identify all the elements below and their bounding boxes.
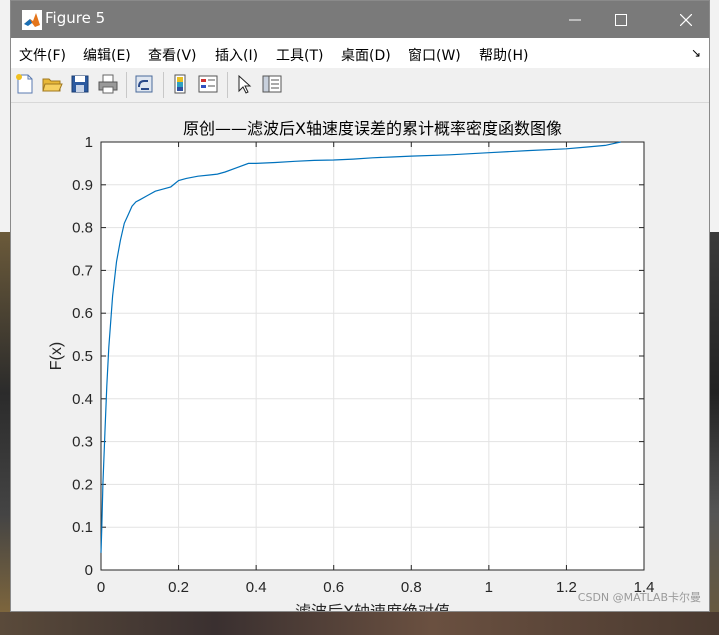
background-right xyxy=(709,0,719,635)
x-tick-label: 0.6 xyxy=(323,579,344,596)
maximize-button[interactable] xyxy=(598,1,644,38)
property-inspector-icon[interactable] xyxy=(261,73,283,95)
y-tick-label: 0.1 xyxy=(72,519,93,536)
toolbar-separator xyxy=(163,72,164,98)
toolbar xyxy=(11,68,709,103)
print-icon[interactable] xyxy=(97,73,119,95)
menu-help[interactable]: 帮助(H) xyxy=(479,45,528,65)
minimize-icon xyxy=(569,19,581,21)
colorbar-icon[interactable] xyxy=(169,73,191,95)
y-axis-label: F(x) xyxy=(48,342,65,370)
toolbar-separator xyxy=(126,72,127,98)
menu-window[interactable]: 窗口(W) xyxy=(408,45,461,65)
x-tick-label: 0.8 xyxy=(401,579,422,596)
watermark: CSDN @MATLAB卡尔曼 xyxy=(577,591,701,604)
x-tick-label: 0 xyxy=(97,579,105,596)
figure-window: Figure 5 文件(F) 编辑(E) 查看(V) 插入(I) 工具(T) 桌… xyxy=(10,0,710,612)
x-tick-label: 0.2 xyxy=(168,579,189,596)
y-tick-label: 0.9 xyxy=(72,177,93,194)
new-figure-icon[interactable] xyxy=(14,73,36,95)
y-tick-label: 0.5 xyxy=(72,348,93,365)
menu-file[interactable]: 文件(F) xyxy=(19,45,66,65)
toolbar-separator xyxy=(227,72,228,98)
menu-insert[interactable]: 插入(I) xyxy=(215,45,258,65)
minimize-button[interactable] xyxy=(552,1,598,38)
y-tick-label: 0.8 xyxy=(72,220,93,237)
cdf-chart[interactable]: 0 0.2 0.4 0.6 0.8 1 1.2 1.400.10.20.30.40.50.60… xyxy=(11,103,709,611)
y-tick-label: 0.6 xyxy=(72,305,93,322)
x-axis-label: 滤波后X轴速度绝对值 xyxy=(295,602,450,611)
y-tick-label: 0.7 xyxy=(72,262,93,279)
select-pointer-icon[interactable] xyxy=(233,73,255,95)
close-button[interactable] xyxy=(663,1,709,38)
y-tick-label: 0.4 xyxy=(72,391,93,408)
x-tick-label: 1 xyxy=(485,579,493,596)
menu-desktop[interactable]: 桌面(D) xyxy=(341,45,391,65)
y-tick-label: 0 xyxy=(85,562,93,579)
y-tick-label: 1 xyxy=(85,134,93,151)
y-tick-label: 0.2 xyxy=(72,476,93,493)
title-bar[interactable]: Figure 5 xyxy=(11,1,709,38)
matlab-logo-icon xyxy=(22,10,42,30)
save-icon[interactable] xyxy=(69,73,91,95)
y-tick-label: 0.3 xyxy=(72,434,93,451)
menu-tools[interactable]: 工具(T) xyxy=(276,45,323,65)
menu-bar: 文件(F) 编辑(E) 查看(V) 插入(I) 工具(T) 桌面(D) 窗口(W… xyxy=(11,38,709,68)
close-icon xyxy=(680,14,692,26)
open-file-icon[interactable] xyxy=(41,73,63,95)
x-tick-label: 1.2 xyxy=(556,579,577,596)
menu-edit[interactable]: 编辑(E) xyxy=(83,45,131,65)
x-tick-label: 0.4 xyxy=(246,579,267,596)
maximize-icon xyxy=(615,14,627,26)
window-title: Figure 5 xyxy=(45,9,106,27)
background-bottom xyxy=(0,612,719,635)
chart-title: 原创——滤波后X轴速度误差的累计概率密度函数图像 xyxy=(183,119,562,138)
figure-canvas-area: 0 0.2 0.4 0.6 0.8 1 1.2 1.4 0 0.1 0.2 0.3 0.4 0.5 0.6 0… xyxy=(11,103,709,611)
link-icon[interactable] xyxy=(133,73,155,95)
legend-icon[interactable] xyxy=(197,73,219,95)
menu-dock-arrow-icon[interactable]: ↘ xyxy=(691,46,701,60)
menu-view[interactable]: 查看(V) xyxy=(148,45,197,65)
